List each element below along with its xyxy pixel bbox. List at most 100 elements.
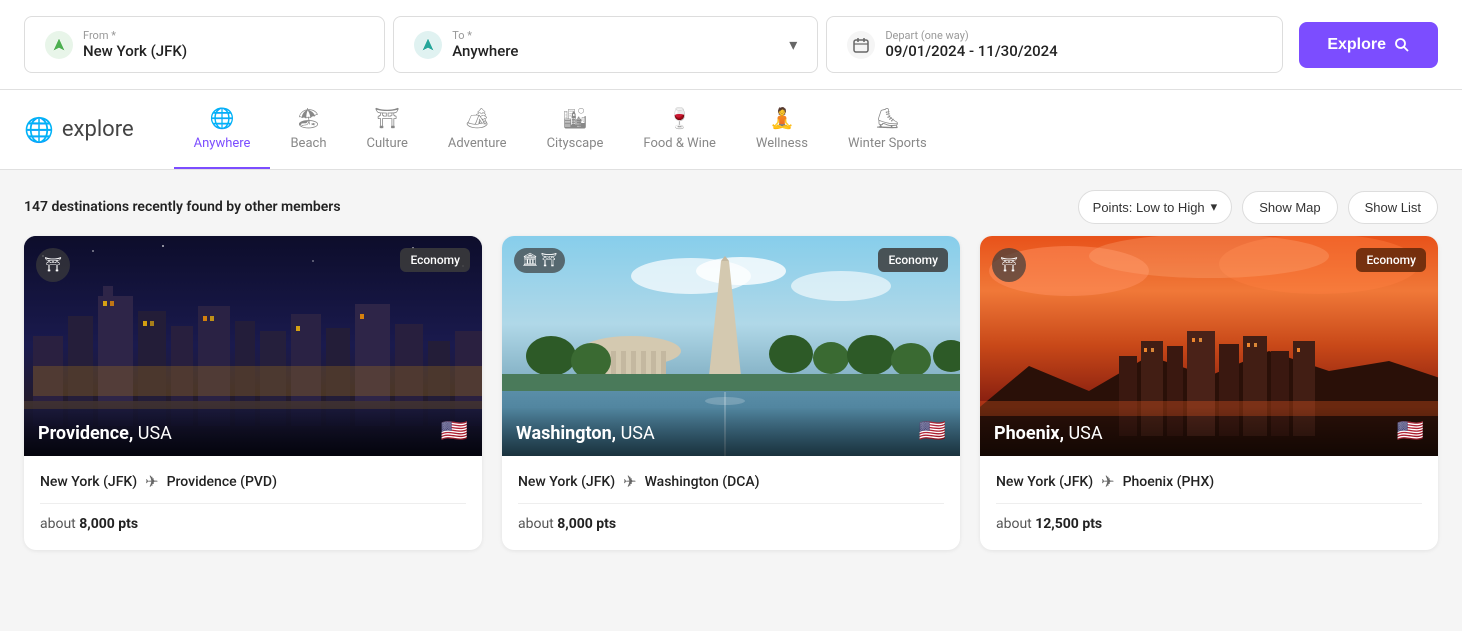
card-type-icon-washington: 🏛 ⛩ [514, 248, 565, 273]
to-icon [414, 31, 442, 59]
winter-sports-icon: ⛸ [875, 106, 900, 130]
card-body-phoenix: New York (JFK) ✈ Phoenix (PHX) about 12,… [980, 456, 1438, 550]
anywhere-icon: 🌐 [210, 106, 235, 130]
route-to-washington: Washington (DCA) [645, 474, 760, 490]
card-phoenix[interactable]: ⛩ Economy Phoenix, USA 🇺🇸 New York (JFK)… [980, 236, 1438, 550]
card-badge-phoenix: Economy [1356, 248, 1426, 272]
food-wine-icon: 🍷 [667, 106, 692, 130]
route-arrow-icon-3: ✈ [1101, 472, 1114, 491]
card-dest-phoenix: Phoenix, USA 🇺🇸 [980, 407, 1438, 456]
route-washington: New York (JFK) ✈ Washington (DCA) [518, 472, 944, 504]
show-list-button[interactable]: Show List [1348, 191, 1438, 224]
brand: 🌐 explore [24, 96, 134, 164]
to-chevron-icon: ▾ [789, 35, 797, 54]
anywhere-label: Anywhere [194, 136, 251, 151]
nav-item-adventure[interactable]: 🏕 Adventure [428, 90, 527, 169]
wellness-label: Wellness [756, 136, 808, 151]
route-from-washington: New York (JFK) [518, 474, 615, 490]
nav-item-culture[interactable]: ⛩ Culture [346, 90, 427, 169]
nav-item-food-wine[interactable]: 🍷 Food & Wine [623, 90, 736, 169]
dest-name-phoenix: Phoenix, USA [994, 423, 1103, 444]
beach-icon: 🏖 [296, 106, 321, 130]
points-washington: about 8,000 pts [518, 516, 944, 532]
to-field[interactable]: To * Anywhere ▾ [393, 16, 818, 73]
results-bar: 147 destinations recently found by other… [0, 170, 1462, 236]
from-field[interactable]: From * New York (JFK) [24, 16, 385, 73]
from-text: From * New York (JFK) [83, 29, 187, 60]
points-phoenix: about 12,500 pts [996, 516, 1422, 532]
nav-item-wellness[interactable]: 🧘 Wellness [736, 90, 828, 169]
adventure-label: Adventure [448, 136, 507, 151]
search-icon [1394, 37, 1410, 53]
beach-label: Beach [290, 136, 326, 151]
results-actions: Points: Low to High ▾ Show Map Show List [1078, 190, 1438, 224]
route-from-phoenix: New York (JFK) [996, 474, 1093, 490]
card-type-icon-providence: ⛩ [36, 248, 70, 282]
depart-label: Depart (one way) [885, 29, 1057, 42]
card-body-providence: New York (JFK) ✈ Providence (PVD) about … [24, 456, 482, 550]
adventure-icon: 🏕 [465, 106, 490, 130]
card-dest-providence: Providence, USA 🇺🇸 [24, 407, 482, 456]
to-text: To * Anywhere [452, 29, 518, 60]
wellness-icon: 🧘 [769, 106, 794, 130]
culture-icon: ⛩ [374, 106, 399, 130]
card-image-washington: 🏛 ⛩ Economy Washington, USA 🇺🇸 [502, 236, 960, 456]
card-type-icon-phoenix: ⛩ [992, 248, 1026, 282]
sort-chevron-icon: ▾ [1211, 199, 1218, 215]
nav-item-winter-sports[interactable]: ⛸ Winter Sports [828, 90, 947, 169]
route-providence: New York (JFK) ✈ Providence (PVD) [40, 472, 466, 504]
dest-name-washington: Washington, USA [516, 423, 655, 444]
show-map-label: Show Map [1259, 200, 1320, 215]
card-body-washington: New York (JFK) ✈ Washington (DCA) about … [502, 456, 960, 550]
culture-label: Culture [366, 136, 407, 151]
winter-sports-label: Winter Sports [848, 136, 927, 151]
search-bar: From * New York (JFK) To * Anywhere ▾ De… [0, 0, 1462, 90]
explore-button[interactable]: Explore [1299, 22, 1438, 68]
date-field[interactable]: Depart (one way) 09/01/2024 - 11/30/2024 [826, 16, 1283, 73]
route-to-phoenix: Phoenix (PHX) [1123, 474, 1215, 490]
route-arrow-icon-2: ✈ [623, 472, 636, 491]
card-dest-washington: Washington, USA 🇺🇸 [502, 407, 960, 456]
card-badge-providence: Economy [400, 248, 470, 272]
to-label: To * [452, 29, 518, 42]
sort-button[interactable]: Points: Low to High ▾ [1078, 190, 1233, 224]
points-value-washington: 8,000 pts [557, 516, 616, 532]
depart-value: 09/01/2024 - 11/30/2024 [885, 42, 1057, 60]
route-from-providence: New York (JFK) [40, 474, 137, 490]
type-icon-2: ⛩ [541, 253, 558, 268]
card-badge-washington: Economy [878, 248, 948, 272]
nav-item-anywhere[interactable]: 🌐 Anywhere [174, 90, 271, 169]
nav-bar: 🌐 explore 🌐 Anywhere 🏖 Beach ⛩ Culture 🏕… [0, 90, 1462, 170]
brand-icon: 🌐 [24, 116, 54, 144]
flag-phoenix: 🇺🇸 [1397, 419, 1424, 444]
nav-categories: 🌐 Anywhere 🏖 Beach ⛩ Culture 🏕 Adventure… [174, 90, 1438, 169]
show-list-label: Show List [1365, 200, 1421, 215]
card-image-phoenix: ⛩ Economy Phoenix, USA 🇺🇸 [980, 236, 1438, 456]
show-map-button[interactable]: Show Map [1242, 191, 1337, 224]
nav-item-beach[interactable]: 🏖 Beach [270, 90, 346, 169]
from-value: New York (JFK) [83, 42, 187, 60]
route-to-providence: Providence (PVD) [167, 474, 277, 490]
results-count: 147 destinations recently found by other… [24, 199, 341, 215]
route-arrow-icon: ✈ [145, 472, 158, 491]
points-value-phoenix: 12,500 pts [1035, 516, 1102, 532]
flag-providence: 🇺🇸 [441, 419, 468, 444]
card-image-providence: ⛩ Economy Providence, USA 🇺🇸 [24, 236, 482, 456]
date-text: Depart (one way) 09/01/2024 - 11/30/2024 [885, 29, 1057, 60]
card-washington[interactable]: 🏛 ⛩ Economy Washington, USA 🇺🇸 New York … [502, 236, 960, 550]
cityscape-icon: 🏙 [562, 106, 587, 130]
from-label: From * [83, 29, 187, 42]
from-icon [45, 31, 73, 59]
type-icon-1: 🏛 [522, 253, 539, 268]
brand-text: explore [62, 117, 134, 142]
cityscape-label: Cityscape [547, 136, 604, 151]
dest-name-providence: Providence, USA [38, 423, 172, 444]
flag-washington: 🇺🇸 [919, 419, 946, 444]
card-providence[interactable]: ⛩ Economy Providence, USA 🇺🇸 New York (J… [24, 236, 482, 550]
cards-grid: ⛩ Economy Providence, USA 🇺🇸 New York (J… [0, 236, 1462, 574]
food-wine-label: Food & Wine [643, 136, 716, 151]
to-value: Anywhere [452, 42, 518, 60]
points-value-providence: 8,000 pts [79, 516, 138, 532]
nav-item-cityscape[interactable]: 🏙 Cityscape [527, 90, 624, 169]
sort-label: Points: Low to High [1093, 200, 1205, 215]
